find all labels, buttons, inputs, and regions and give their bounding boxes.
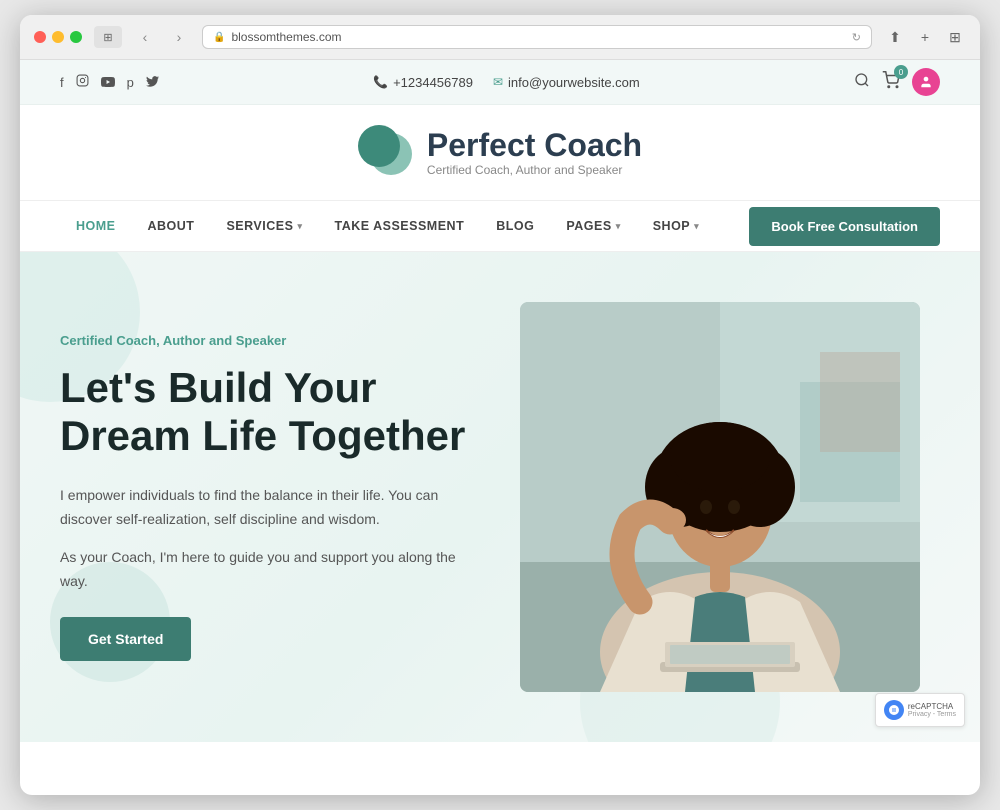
browser-window: ⊞ ‹ › 🔒 blossomthemes.com ↻ ⬆ + ⊞ f: [20, 15, 980, 795]
site-content: f p 📞 +1234456789 ✉ inf: [20, 60, 980, 742]
phone-number: +1234456789: [393, 75, 473, 90]
cart-button[interactable]: 0: [882, 71, 900, 93]
chevron-down-icon: ▾: [616, 221, 621, 232]
book-consultation-button[interactable]: Book Free Consultation: [749, 207, 940, 246]
nav-item-pages[interactable]: PAGES ▾: [550, 201, 636, 251]
instagram-icon[interactable]: [76, 74, 89, 90]
logo-graphic: [358, 125, 413, 180]
close-button[interactable]: [34, 31, 46, 43]
email-address: info@yourwebsite.com: [508, 75, 640, 90]
chevron-down-icon: ▾: [297, 221, 302, 232]
hero-text: Certified Coach, Author and Speaker Let'…: [60, 333, 480, 662]
user-avatar[interactable]: [912, 68, 940, 96]
sidebar-toggle[interactable]: ⊞: [94, 26, 122, 48]
top-bar-actions: 0: [854, 68, 940, 96]
minimize-button[interactable]: [52, 31, 64, 43]
back-button[interactable]: ‹: [134, 26, 156, 48]
top-bar-contact: 📞 +1234456789 ✉ info@yourwebsite.com: [373, 75, 640, 90]
maximize-button[interactable]: [70, 31, 82, 43]
extensions-button[interactable]: ⊞: [944, 26, 966, 48]
search-button[interactable]: [854, 72, 870, 92]
site-header: Perfect Coach Certified Coach, Author an…: [20, 105, 980, 201]
nav-item-assessment[interactable]: TAKE ASSESSMENT: [318, 201, 480, 251]
nav-item-blog[interactable]: BLOG: [480, 201, 550, 251]
hero-body-1: I empower individuals to find the balanc…: [60, 484, 480, 532]
forward-button[interactable]: ›: [168, 26, 190, 48]
hero-image: [520, 302, 920, 692]
hero-title: Let's Build Your Dream Life Together: [60, 364, 480, 461]
hero-body-2: As your Coach, I'm here to guide you and…: [60, 546, 480, 594]
pinterest-icon[interactable]: p: [127, 75, 134, 90]
phone-contact[interactable]: 📞 +1234456789: [373, 75, 473, 90]
site-nav: HOME ABOUT SERVICES ▾ TAKE ASSESSMENT BL…: [20, 201, 980, 252]
share-button[interactable]: ⬆: [884, 26, 906, 48]
hero-subtitle: Certified Coach, Author and Speaker: [60, 333, 480, 348]
phone-icon: 📞: [373, 75, 388, 89]
logo-area[interactable]: Perfect Coach Certified Coach, Author an…: [358, 125, 642, 180]
logo-text: Perfect Coach Certified Coach, Author an…: [427, 128, 642, 177]
facebook-icon[interactable]: f: [60, 75, 64, 90]
chevron-down-icon: ▾: [694, 221, 699, 232]
browser-actions: ⬆ + ⊞: [884, 26, 966, 48]
get-started-button[interactable]: Get Started: [60, 617, 191, 661]
hero-photo-svg: [520, 302, 920, 692]
hero-title-line2: Dream Life Together: [60, 412, 465, 459]
hero-photo: [520, 302, 920, 692]
new-tab-button[interactable]: +: [914, 26, 936, 48]
top-bar: f p 📞 +1234456789 ✉ inf: [20, 60, 980, 105]
nav-item-home[interactable]: HOME: [60, 201, 132, 251]
hero-title-line1: Let's Build Your: [60, 364, 376, 411]
nav-item-shop[interactable]: SHOP ▾: [637, 201, 715, 251]
cart-badge: 0: [894, 65, 908, 79]
browser-chrome: ⊞ ‹ › 🔒 blossomthemes.com ↻ ⬆ + ⊞: [20, 15, 980, 60]
lock-icon: 🔒: [213, 32, 225, 43]
address-bar[interactable]: 🔒 blossomthemes.com ↻: [202, 25, 872, 49]
site-title: Perfect Coach: [427, 128, 642, 163]
email-icon: ✉: [493, 75, 503, 89]
nav-item-about[interactable]: ABOUT: [132, 201, 211, 251]
nav-item-services[interactable]: SERVICES ▾: [210, 201, 318, 251]
logo-circle-front: [358, 125, 400, 167]
refresh-icon[interactable]: ↻: [852, 31, 861, 44]
email-contact[interactable]: ✉ info@yourwebsite.com: [493, 75, 640, 90]
traffic-lights: [34, 31, 82, 43]
social-icons: f p: [60, 74, 159, 90]
hero-section: Certified Coach, Author and Speaker Let'…: [20, 252, 980, 742]
twitter-icon[interactable]: [146, 75, 159, 90]
youtube-icon[interactable]: [101, 75, 115, 90]
nav-menu: HOME ABOUT SERVICES ▾ TAKE ASSESSMENT BL…: [60, 201, 715, 251]
site-tagline: Certified Coach, Author and Speaker: [427, 163, 642, 177]
hero-content: Certified Coach, Author and Speaker Let'…: [20, 252, 980, 742]
url-text: blossomthemes.com: [231, 30, 341, 44]
